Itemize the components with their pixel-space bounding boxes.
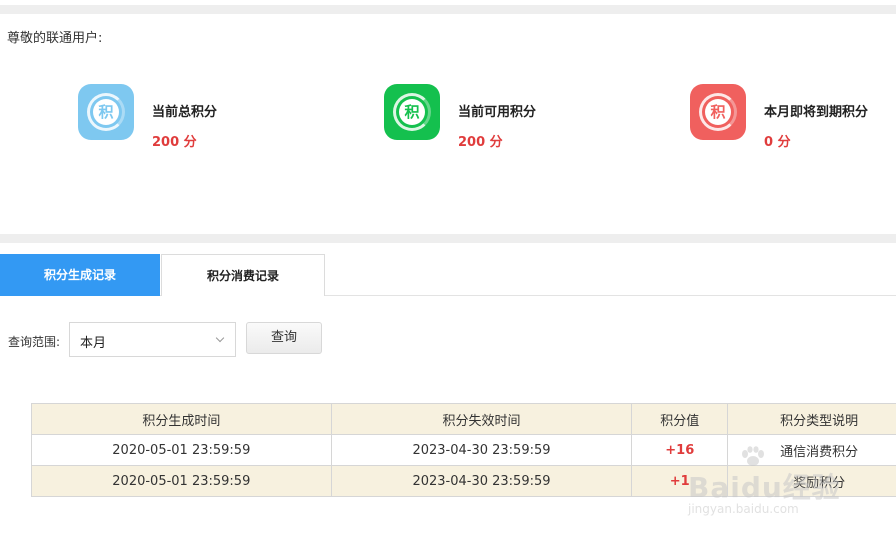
cell-type: 奖励积分 bbox=[727, 465, 896, 497]
cell-generated-time: 2020-05-01 23:59:59 bbox=[31, 465, 332, 497]
top-divider bbox=[0, 5, 896, 14]
stat-label: 当前可用积分 bbox=[458, 105, 537, 120]
query-range-select[interactable]: 本月 bbox=[69, 322, 236, 357]
column-header: 积分值 bbox=[631, 403, 729, 435]
cell-points: +1 bbox=[631, 465, 729, 497]
chevron-down-icon bbox=[215, 333, 225, 343]
cell-type: 通信消费积分 bbox=[727, 434, 896, 466]
cell-generated-time: 2020-05-01 23:59:59 bbox=[31, 434, 332, 466]
tab-points-spent[interactable]: 积分消费记录 bbox=[161, 254, 325, 296]
stat-value: 200 分 bbox=[458, 135, 503, 150]
greeting-text: 尊敬的联通用户: bbox=[7, 31, 103, 46]
table-row: 2020-05-01 23:59:59 2023-04-30 23:59:59 … bbox=[31, 434, 896, 466]
section-divider bbox=[0, 234, 896, 243]
table-row: 2020-05-01 23:59:59 2023-04-30 23:59:59 … bbox=[31, 465, 896, 497]
points-icon: 积 bbox=[690, 84, 746, 140]
cell-expiry-time: 2023-04-30 23:59:59 bbox=[330, 434, 633, 466]
column-header: 积分生成时间 bbox=[31, 403, 332, 435]
stat-label: 当前总积分 bbox=[152, 105, 218, 120]
points-icon: 积 bbox=[384, 84, 440, 140]
watermark-url: jingyan.baidu.com bbox=[688, 502, 799, 516]
points-records-table: 积分生成时间 积分失效时间 积分值 积分类型说明 2020-05-01 23:5… bbox=[31, 403, 896, 497]
table-header-row: 积分生成时间 积分失效时间 积分值 积分类型说明 bbox=[31, 403, 896, 435]
column-header: 积分类型说明 bbox=[727, 403, 896, 435]
stat-value: 200 分 bbox=[152, 135, 197, 150]
stat-label: 本月即将到期积分 bbox=[764, 105, 869, 120]
stat-expiring-points: 积 本月即将到期积分 0 分 bbox=[690, 84, 890, 150]
record-tabs: 积分生成记录 积分消费记录 bbox=[0, 254, 896, 296]
cell-points: +16 bbox=[631, 434, 729, 466]
cell-expiry-time: 2023-04-30 23:59:59 bbox=[330, 465, 633, 497]
query-button[interactable]: 查询 bbox=[246, 322, 322, 354]
select-value: 本月 bbox=[80, 336, 107, 351]
stat-value: 0 分 bbox=[764, 135, 791, 150]
query-range-label: 查询范围: bbox=[8, 335, 61, 349]
stat-total-points: 积 当前总积分 200 分 bbox=[78, 84, 278, 150]
points-icon: 积 bbox=[78, 84, 134, 140]
tab-points-earned[interactable]: 积分生成记录 bbox=[0, 254, 160, 296]
column-header: 积分失效时间 bbox=[330, 403, 633, 435]
stat-available-points: 积 当前可用积分 200 分 bbox=[384, 84, 584, 150]
